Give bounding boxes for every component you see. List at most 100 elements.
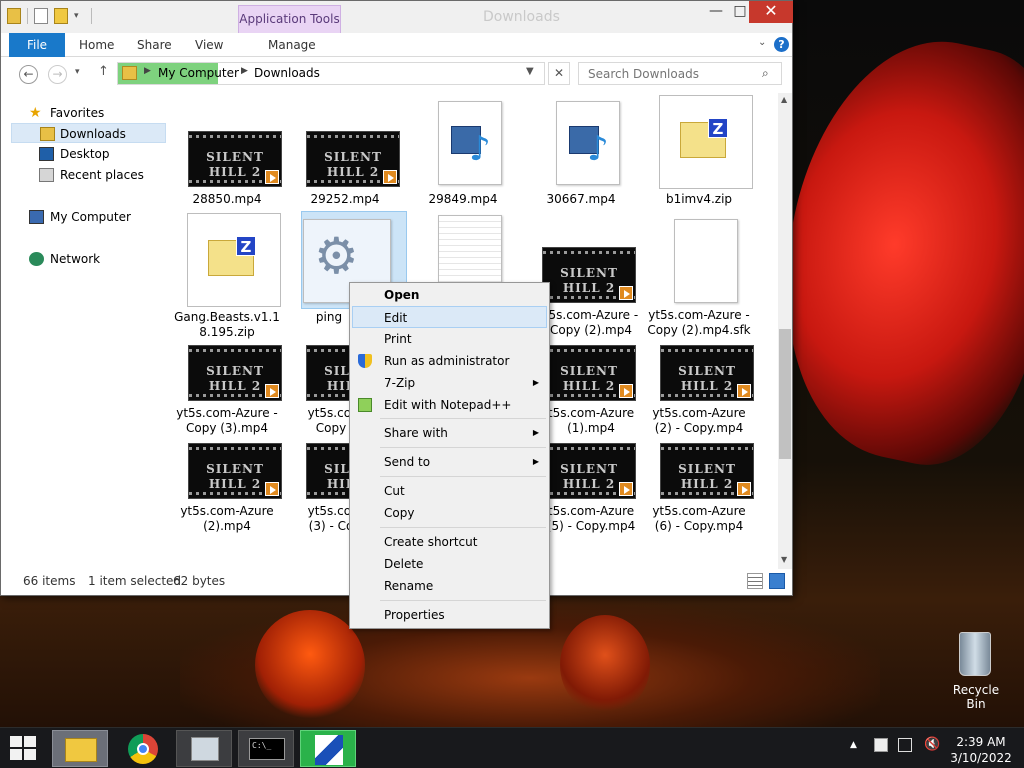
menu-item-send-to[interactable]: Send to ▶ [352, 451, 547, 473]
file-item[interactable]: SILENT HILL 2 yt5s.com-Azure (2).mp4 [173, 443, 282, 541]
tab-manage[interactable]: Manage [268, 33, 316, 57]
tab-share[interactable]: Share [137, 33, 172, 57]
menu-item-properties[interactable]: Properties [352, 604, 547, 626]
file-name: (2) - Copy.mp4 [654, 421, 744, 435]
nav-downloads[interactable]: Downloads [11, 123, 166, 143]
file-name: Copy (2).mp4 [549, 323, 632, 337]
search-input[interactable] [580, 64, 760, 83]
nav-desktop[interactable]: Desktop [1, 144, 166, 164]
star-icon: ★ [29, 105, 42, 121]
scroll-down-icon[interactable]: ▼ [781, 555, 787, 564]
menu-item-share-with[interactable]: Share with ▶ [352, 422, 547, 444]
tab-file[interactable]: File [9, 33, 65, 57]
forward-button[interactable]: → [48, 65, 67, 84]
play-icon [619, 482, 633, 496]
nav-my-computer[interactable]: My Computer [1, 207, 166, 227]
menu-item-delete[interactable]: Delete [352, 553, 547, 575]
file-name: t5s.com-Azure - [543, 308, 639, 322]
network-icon [29, 252, 44, 266]
taskbar-chrome[interactable] [114, 730, 170, 767]
file-name: 30667.mp4 [546, 192, 616, 206]
chevron-down-icon[interactable]: ▼ [526, 66, 534, 77]
breadcrumb-downloads[interactable]: Downloads [254, 66, 320, 80]
file-name: Copy (2).mp4.sfk [647, 323, 751, 337]
new-document-icon[interactable] [34, 8, 48, 24]
minimize-button[interactable]: — [701, 1, 731, 23]
recent-places-icon [39, 168, 54, 182]
zip-file-icon: Z [187, 213, 281, 307]
search-icon[interactable]: ⌕ [762, 66, 769, 81]
search-box[interactable]: ⌕ [578, 62, 782, 85]
file-name: (6) - Copy.mp4 [654, 519, 744, 533]
expand-ribbon-icon[interactable]: ⌄ [758, 37, 766, 48]
taskbar-video-editor[interactable] [300, 730, 356, 767]
customize-toolbar-icon[interactable]: ▾ [74, 11, 79, 21]
film-strip [661, 349, 753, 352]
vertical-scrollbar[interactable]: ▲ ▼ [778, 93, 792, 569]
address-bar[interactable]: ▶ My Computer ▶ Downloads ▼ [117, 62, 545, 85]
network-status-icon[interactable] [898, 738, 912, 752]
file-name: b1imv4.zip [665, 192, 733, 206]
file-item[interactable]: SILENT HILL 2 29252.mp4 [291, 101, 400, 211]
file-item[interactable]: Z Gang.Beasts.v1.1 8.195.zip [173, 213, 281, 339]
file-item[interactable]: SILENT HILL 2 yt5s.com-Azure (6) - Copy.… [645, 443, 754, 541]
chevron-right-icon[interactable]: ▶ [144, 66, 151, 76]
nav-recent-places[interactable]: Recent places [1, 165, 166, 185]
scrollbar-thumb[interactable] [779, 329, 791, 459]
start-button[interactable] [10, 736, 38, 762]
menu-item-rename[interactable]: Rename [352, 575, 547, 597]
maximize-button[interactable]: □ [731, 1, 749, 23]
up-arrow-icon[interactable]: ↑ [98, 64, 109, 79]
file-item[interactable]: ♪ 30667.mp4 [527, 101, 635, 211]
menu-item-copy[interactable]: Copy [352, 502, 547, 524]
nav-favorites[interactable]: ★ Favorites [1, 103, 166, 123]
details-view-icon[interactable] [747, 573, 763, 589]
menu-item-cut[interactable]: Cut [352, 480, 547, 502]
show-hidden-icons-icon[interactable]: ▲ [850, 740, 857, 750]
taskbar-file-explorer[interactable] [52, 730, 108, 767]
menu-item-print[interactable]: Print [352, 328, 547, 350]
taskbar-performance-monitor[interactable] [176, 730, 232, 767]
file-item[interactable]: SILENT HILL 2 28850.mp4 [173, 101, 282, 211]
refresh-button[interactable]: ✕ [548, 62, 570, 85]
file-item[interactable]: SILENT HILL 2 yt5s.com-Azure (2) - Copy.… [645, 345, 754, 443]
menu-item-edit-with-notepad[interactable]: Edit with Notepad++ [352, 394, 547, 416]
video-thumbnail: SILENT HILL 2 [660, 345, 754, 401]
file-item[interactable]: yt5s.com-Azure - Copy (2).mp4.sfk [645, 215, 753, 337]
film-strip [543, 349, 635, 352]
file-name: 8.195.zip [199, 325, 255, 339]
music-note-icon: ♪ [469, 129, 491, 169]
menu-item-run-as-administrator[interactable]: Run as administrator [352, 350, 547, 372]
menu-item-open[interactable]: Open [352, 284, 547, 306]
file-item[interactable]: Z b1imv4.zip [645, 95, 753, 211]
close-button[interactable]: ✕ [749, 1, 793, 23]
nav-network[interactable]: Network [1, 249, 166, 269]
scroll-up-icon[interactable]: ▲ [781, 95, 787, 104]
action-center-flag-icon[interactable] [874, 738, 888, 752]
film-strip [189, 447, 281, 450]
quick-access-toolbar: ▾ [7, 8, 92, 24]
windows-logo-icon [10, 749, 22, 760]
file-item[interactable]: SILENT HILL 2 yt5s.com-Azure - Copy (3).… [173, 345, 282, 443]
tab-view[interactable]: View [195, 33, 223, 57]
folder-properties-icon[interactable] [7, 8, 21, 24]
menu-item-7zip[interactable]: 7-Zip ▶ [352, 372, 547, 394]
large-icons-view-icon[interactable] [769, 573, 785, 589]
menu-item-edit[interactable]: Edit [352, 306, 547, 328]
recent-locations-icon[interactable]: ▾ [75, 67, 80, 77]
volume-muted-icon[interactable]: 🔇 [924, 737, 940, 752]
submenu-arrow-icon: ▶ [532, 378, 539, 387]
file-item[interactable]: ♪ 29849.mp4 [409, 101, 517, 211]
taskbar-command-prompt[interactable]: C:\_ [238, 730, 294, 767]
clock[interactable]: 2:39 AM 3/10/2022 [944, 734, 1018, 766]
help-button[interactable]: ? [774, 37, 789, 52]
tab-home[interactable]: Home [79, 33, 114, 57]
back-button[interactable]: ← [19, 65, 38, 84]
menu-item-create-shortcut[interactable]: Create shortcut [352, 531, 547, 553]
chevron-right-icon[interactable]: ▶ [241, 66, 248, 76]
new-folder-icon[interactable] [54, 8, 68, 24]
taskbar: C:\_ ▲ 🔇 2:39 AM 3/10/2022 [0, 727, 1024, 768]
play-icon [265, 384, 279, 398]
title-bar[interactable]: ▾ Application Tools Downloads — □ ✕ [1, 1, 793, 33]
breadcrumb-my-computer[interactable]: My Computer [158, 66, 239, 80]
